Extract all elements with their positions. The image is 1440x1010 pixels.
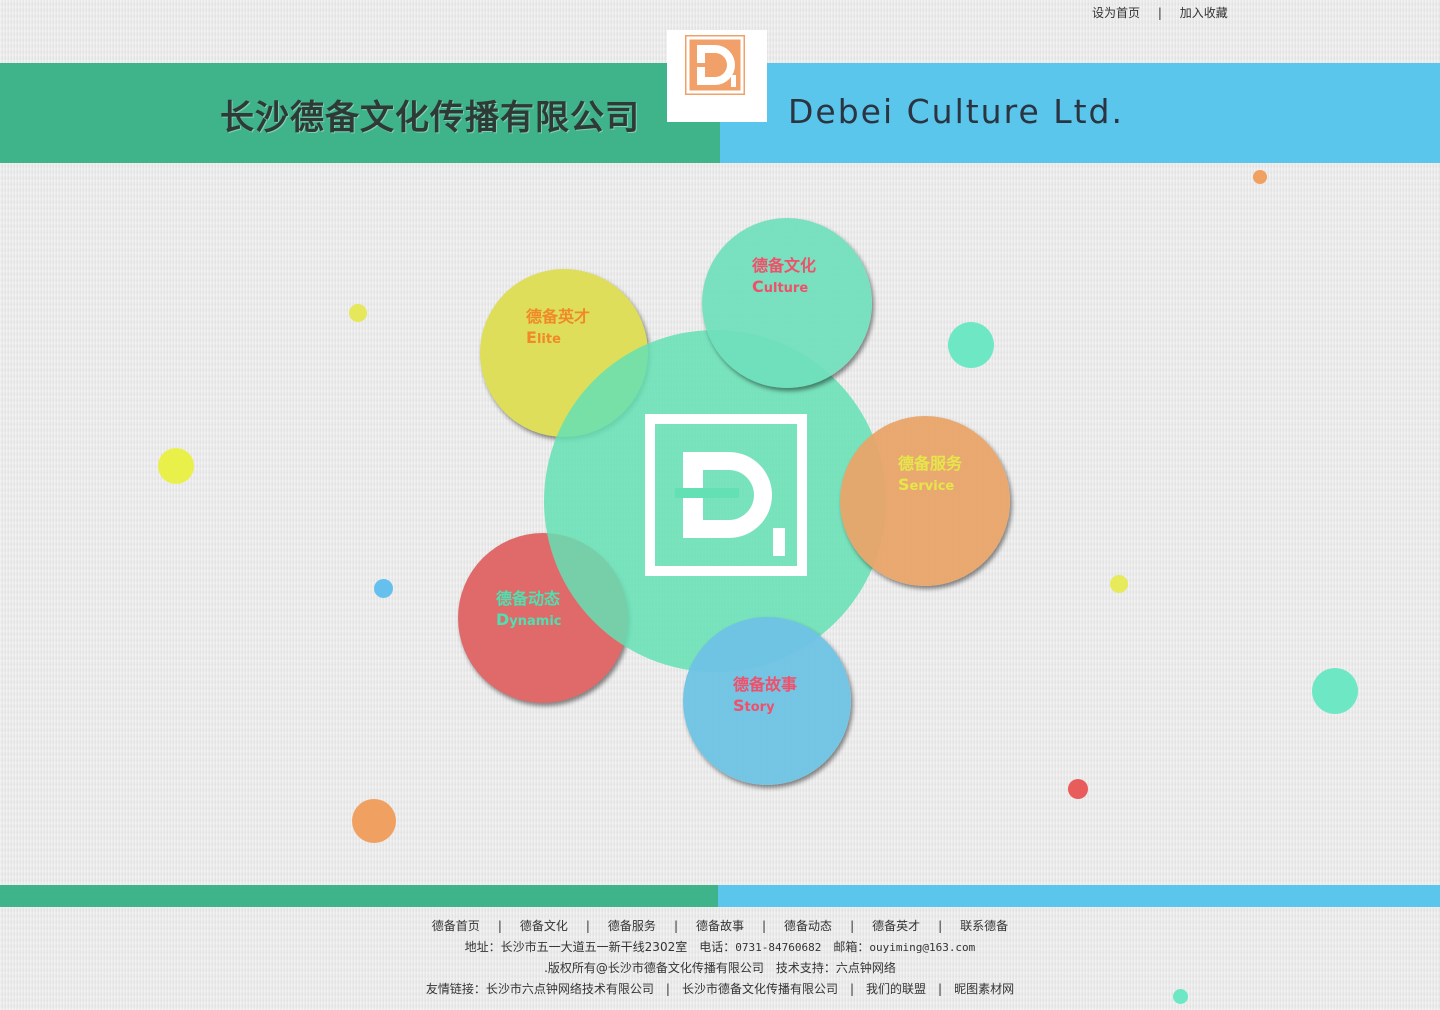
decor-bubble bbox=[1110, 575, 1128, 593]
footer-nav-separator: | bbox=[938, 919, 943, 933]
node-service-cn: 德备服务 bbox=[898, 454, 963, 473]
node-elite-en: Elite bbox=[526, 328, 561, 347]
tech-support: 技术支持：六点钟网络 bbox=[775, 961, 896, 975]
links-label: 友情链接： bbox=[425, 982, 486, 996]
footer-nav-contact[interactable]: 联系德备 bbox=[960, 919, 1008, 933]
footer-copyright: .版权所有@长沙市德备文化传播有限公司 技术支持：六点钟网络 bbox=[0, 958, 1440, 979]
footer-email-label: 邮箱： bbox=[833, 940, 870, 954]
node-elite-cn: 德备英才 bbox=[526, 307, 591, 326]
top-links: 设为首页 | 加入收藏 bbox=[1092, 4, 1228, 21]
node-dynamic-cn: 德备动态 bbox=[496, 589, 561, 608]
footer-green-band bbox=[0, 885, 718, 907]
node-service[interactable]: 德备服务 Service bbox=[840, 416, 1010, 586]
decor-bubble bbox=[948, 322, 994, 368]
footer-nav-home[interactable]: 德备首页 bbox=[432, 919, 480, 933]
decor-bubble bbox=[352, 799, 396, 843]
footer-nav-culture[interactable]: 德备文化 bbox=[520, 919, 568, 933]
top-separator: | bbox=[1157, 6, 1162, 20]
footer-nav-story[interactable]: 德备故事 bbox=[696, 919, 744, 933]
friend-link[interactable]: 我们的联盟 bbox=[866, 982, 926, 996]
footer-phone-label: 电话： bbox=[699, 940, 736, 954]
company-name-cn: 长沙德备文化传播有限公司 bbox=[220, 98, 640, 138]
company-name-en: Debei Culture Ltd. bbox=[788, 92, 1124, 131]
center-logo-circle[interactable] bbox=[544, 330, 886, 672]
footer-contact: 地址：长沙市五一大道五一新干线2302室 电话：0731-84760682 邮箱：o… bbox=[0, 937, 1440, 958]
friend-link[interactable]: 昵图素材网 bbox=[954, 982, 1014, 996]
footer-link-separator: | bbox=[938, 982, 943, 996]
node-culture[interactable]: 德备文化 Culture bbox=[702, 218, 872, 388]
node-dynamic-en: Dynamic bbox=[496, 610, 562, 629]
footer-nav-elite[interactable]: 德备英才 bbox=[872, 919, 920, 933]
node-service-en: Service bbox=[898, 475, 955, 494]
footer-nav-dynamic[interactable]: 德备动态 bbox=[784, 919, 832, 933]
footer-email: ouyiming@163.com bbox=[869, 941, 976, 954]
decor-bubble bbox=[374, 579, 393, 598]
node-culture-en: Culture bbox=[752, 277, 809, 296]
footer-link-separator: | bbox=[849, 982, 855, 996]
footer-blue-band bbox=[718, 885, 1440, 907]
decor-bubble bbox=[1068, 779, 1088, 799]
footer-nav-separator: | bbox=[497, 919, 502, 933]
footer-nav-service[interactable]: 德备服务 bbox=[608, 919, 656, 933]
friend-link[interactable]: 长沙市六点钟网络技术有限公司 bbox=[486, 982, 654, 996]
friend-link[interactable]: 长沙市德备文化传播有限公司 bbox=[682, 982, 838, 996]
footer-nav-separator: | bbox=[585, 919, 590, 933]
footer-link-separator: | bbox=[665, 982, 670, 996]
decor-bubble bbox=[1253, 170, 1267, 184]
header-logo[interactable] bbox=[667, 30, 767, 122]
footer-links: 友情链接：长沙市六点钟网络技术有限公司 | 长沙市德备文化传播有限公司 | 我们的联盟 |… bbox=[0, 979, 1440, 1000]
set-home-link[interactable]: 设为首页 bbox=[1092, 6, 1140, 20]
copyright-text: .版权所有@长沙市德备文化传播有限公司 bbox=[544, 961, 764, 975]
footer-address: 地址：长沙市五一大道五一新干线2302室 bbox=[464, 940, 688, 954]
footer-nav: 德备首页 | 德备文化 | 德备服务 | 德备故事 | 德备动态 | 德备英才 | 联系德备 bbox=[0, 916, 1440, 937]
node-story[interactable]: 德备故事 Story bbox=[683, 617, 851, 785]
node-story-en: Story bbox=[733, 696, 775, 715]
footer: 德备首页 | 德备文化 | 德备服务 | 德备故事 | 德备动态 | 德备英才 | 联系德备 地址：长沙… bbox=[0, 916, 1440, 1000]
node-story-cn: 德备故事 bbox=[733, 675, 798, 694]
node-culture-cn: 德备文化 bbox=[752, 256, 817, 275]
decor-bubble bbox=[349, 304, 367, 322]
decor-bubble bbox=[158, 448, 194, 484]
footer-phone: 0731-84760682 bbox=[735, 941, 822, 954]
decor-bubble bbox=[1312, 668, 1358, 714]
footer-nav-separator: | bbox=[762, 919, 767, 933]
logo-d-icon bbox=[685, 35, 745, 95]
footer-nav-separator: | bbox=[850, 919, 855, 933]
center-d-logo-icon bbox=[645, 414, 807, 580]
footer-nav-separator: | bbox=[673, 919, 678, 933]
bookmark-link[interactable]: 加入收藏 bbox=[1180, 6, 1228, 20]
